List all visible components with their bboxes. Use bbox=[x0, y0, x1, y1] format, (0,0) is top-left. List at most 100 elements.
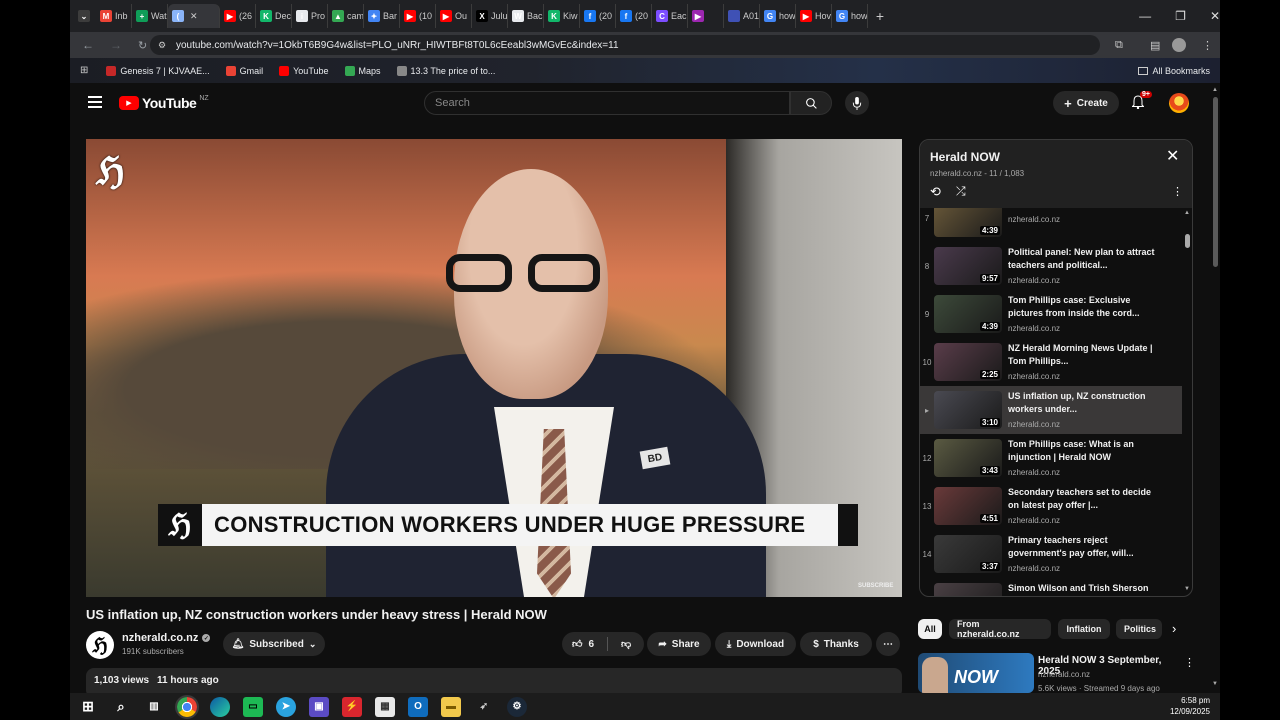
browser-tab[interactable]: Ghow bbox=[832, 4, 868, 28]
outlook-icon[interactable]: O bbox=[408, 696, 428, 717]
browser-tab[interactable]: ✦ Bar bbox=[364, 4, 400, 28]
playlist-item[interactable]: 9 4:39 Tom Phillips case: Exclusive pictur… bbox=[920, 290, 1182, 338]
playlist-item-thumbnail[interactable]: 3:43 bbox=[934, 439, 1002, 477]
app-icon-green[interactable]: ▭ bbox=[243, 696, 263, 717]
more-actions-button[interactable]: ⋯ bbox=[876, 632, 900, 656]
all-bookmarks-button[interactable]: All Bookmarks bbox=[1138, 66, 1210, 76]
playlist-item[interactable]: 12 3:43 Tom Phillips case: What is an inju… bbox=[920, 434, 1182, 482]
bookmark-item[interactable]: YouTube bbox=[279, 65, 329, 76]
playlist-item-thumbnail[interactable]: 9:57 bbox=[934, 247, 1002, 285]
edge-icon[interactable] bbox=[210, 696, 230, 717]
file-explorer-icon[interactable]: ▬ bbox=[441, 696, 461, 717]
bookmark-item[interactable]: Gmail bbox=[225, 65, 263, 76]
app-icon-bird[interactable]: ➶ bbox=[474, 697, 494, 717]
browser-tab[interactable]: M Inb bbox=[96, 4, 132, 28]
new-tab-button[interactable]: + bbox=[868, 4, 892, 28]
search-icon[interactable]: ⌕ bbox=[111, 697, 131, 717]
maximize-button[interactable]: ❐ bbox=[1175, 9, 1186, 23]
browser-tab[interactable]: ▶ bbox=[688, 4, 724, 28]
tab-close-icon[interactable]: ✕ bbox=[190, 11, 198, 22]
search-button[interactable] bbox=[790, 91, 832, 115]
video-player[interactable]: BD ℌ ℌ CONSTRUCTION WORKERS UNDER HUGE P… bbox=[86, 139, 902, 597]
share-button[interactable]: ➦ Share bbox=[647, 632, 711, 656]
filter-chip[interactable]: From nzherald.co.nz bbox=[949, 619, 1051, 639]
apps-grid-icon[interactable]: ⊞ bbox=[80, 65, 88, 76]
app-icon-red[interactable]: ⚡ bbox=[342, 696, 362, 717]
browser-tab[interactable]: K Dec bbox=[256, 4, 292, 28]
subscribe-watermark[interactable]: SUBSCRIBE bbox=[858, 583, 893, 589]
recommended-more-icon[interactable]: ⋮ bbox=[1184, 656, 1195, 669]
shuffle-icon[interactable]: ⤮ bbox=[956, 184, 966, 199]
page-scrollbar[interactable]: ▲ ▼ bbox=[1210, 83, 1220, 693]
minimize-button[interactable]: — bbox=[1139, 9, 1151, 23]
back-button[interactable]: ← bbox=[82, 38, 94, 52]
browser-tab[interactable]: i Pro bbox=[292, 4, 328, 28]
playlist-item-thumbnail[interactable]: 3:37 bbox=[934, 535, 1002, 573]
browser-tab[interactable]: C Eac bbox=[652, 4, 688, 28]
browser-tab[interactable]: ▲ cam bbox=[328, 4, 364, 28]
like-button[interactable]: 👍︎ 6 bbox=[572, 638, 594, 651]
hamburger-menu-icon[interactable] bbox=[88, 96, 102, 108]
create-button[interactable]: + Create bbox=[1053, 91, 1119, 115]
browser-tab[interactable]: ▶ (26 bbox=[220, 4, 256, 28]
playlist-item[interactable]: 14 3:37 Primary teachers reject government… bbox=[920, 530, 1182, 578]
steam-icon[interactable]: ⚙ bbox=[507, 696, 527, 717]
app-icon-purple[interactable]: ▣ bbox=[309, 696, 329, 717]
bookmark-item[interactable]: 13.3 The price of to... bbox=[396, 65, 495, 76]
address-bar[interactable]: ⚙ youtube.com/watch?v=1OkbT6B9G4w&list=P… bbox=[150, 35, 1100, 55]
chevron-right-icon[interactable]: › bbox=[1172, 621, 1176, 636]
playlist-scrollbar[interactable]: ▲ ▼ bbox=[1182, 208, 1192, 596]
browser-tab[interactable]: A01 bbox=[724, 4, 760, 28]
profile-avatar[interactable] bbox=[1172, 38, 1186, 52]
notifications-button[interactable]: 9+ bbox=[1131, 91, 1152, 114]
close-window-button[interactable]: ✕ bbox=[1210, 9, 1220, 23]
task-view-icon[interactable]: ▥ bbox=[144, 697, 164, 717]
scrollbar-thumb[interactable] bbox=[1185, 234, 1190, 248]
thanks-button[interactable]: $ Thanks bbox=[800, 632, 872, 656]
playlist-more-icon[interactable]: ⋮ bbox=[1172, 185, 1183, 198]
description-box[interactable]: 1,103 views 11 hours ago bbox=[86, 668, 902, 693]
dislike-button[interactable]: 👎︎ bbox=[621, 638, 631, 650]
playlist-item[interactable]: 7 4:39 discusses the shock decision... nzhe… bbox=[920, 208, 1182, 242]
playlist-item[interactable]: 13 4:51 Secondary teachers set to decide o… bbox=[920, 482, 1182, 530]
download-button[interactable]: ⤓ Download bbox=[715, 632, 796, 656]
playlist-item[interactable]: 15 Simon Wilson and Trish Sherson on toda… bbox=[920, 578, 1182, 596]
subscribed-button[interactable]: 🔔︎ Subscribed ⌄ bbox=[223, 632, 325, 656]
browser-tab[interactable]: W Bac bbox=[508, 4, 544, 28]
menu-icon[interactable]: ⋮ bbox=[1202, 39, 1213, 52]
playlist-item[interactable]: 10 2:25 NZ Herald Morning News Update | To… bbox=[920, 338, 1182, 386]
tab-search-button[interactable]: ⌄ bbox=[74, 4, 96, 28]
browser-tab[interactable]: ▶ Hov bbox=[796, 4, 832, 28]
recommended-channel[interactable]: nzherald.co.nz bbox=[1038, 670, 1090, 679]
telegram-icon[interactable]: ➤ bbox=[276, 696, 296, 717]
user-avatar[interactable] bbox=[1169, 93, 1189, 113]
playlist-item-thumbnail[interactable]: 3:10 bbox=[934, 391, 1002, 429]
loop-icon[interactable]: ⟲ bbox=[930, 184, 941, 200]
close-icon[interactable]: ✕ bbox=[1166, 146, 1179, 166]
browser-tab[interactable]: (✕ bbox=[168, 4, 220, 28]
playlist-item-thumbnail[interactable]: 2:25 bbox=[934, 343, 1002, 381]
playlist-item-thumbnail[interactable] bbox=[934, 583, 1002, 596]
playlist-item-thumbnail[interactable]: 4:39 bbox=[934, 208, 1002, 237]
browser-tab[interactable]: K Kiw bbox=[544, 4, 580, 28]
browser-tab[interactable]: ▶ Ou bbox=[436, 4, 472, 28]
extensions-icon[interactable]: ⧉ bbox=[1115, 39, 1123, 52]
site-info-icon[interactable]: ⚙ bbox=[158, 40, 166, 51]
channel-avatar[interactable]: ℌ bbox=[86, 631, 114, 659]
system-clock[interactable]: 6:58 pm 12/09/2025 bbox=[1170, 695, 1210, 717]
playlist-item[interactable]: 8 9:57 Political panel: New plan to attrac… bbox=[920, 242, 1182, 290]
search-input[interactable]: Search bbox=[424, 91, 790, 115]
playlist-item-thumbnail[interactable]: 4:51 bbox=[934, 487, 1002, 525]
chrome-icon[interactable] bbox=[175, 694, 199, 719]
browser-tab[interactable]: f (20 bbox=[616, 4, 652, 28]
channel-name-link[interactable]: nzherald.co.nz ✓ bbox=[122, 632, 211, 644]
browser-tab[interactable]: ▶ (10 bbox=[400, 4, 436, 28]
recommended-thumbnail[interactable]: NOW bbox=[918, 653, 1034, 693]
youtube-logo[interactable]: ▶ YouTube NZ bbox=[119, 95, 209, 111]
playlist-item-thumbnail[interactable]: 4:39 bbox=[934, 295, 1002, 333]
filter-chip[interactable]: All bbox=[918, 619, 942, 639]
forward-button[interactable]: → bbox=[110, 38, 122, 52]
filter-chip[interactable]: Politics bbox=[1116, 619, 1162, 639]
voice-search-button[interactable] bbox=[845, 91, 869, 115]
page-scrollbar-thumb[interactable] bbox=[1213, 97, 1218, 267]
